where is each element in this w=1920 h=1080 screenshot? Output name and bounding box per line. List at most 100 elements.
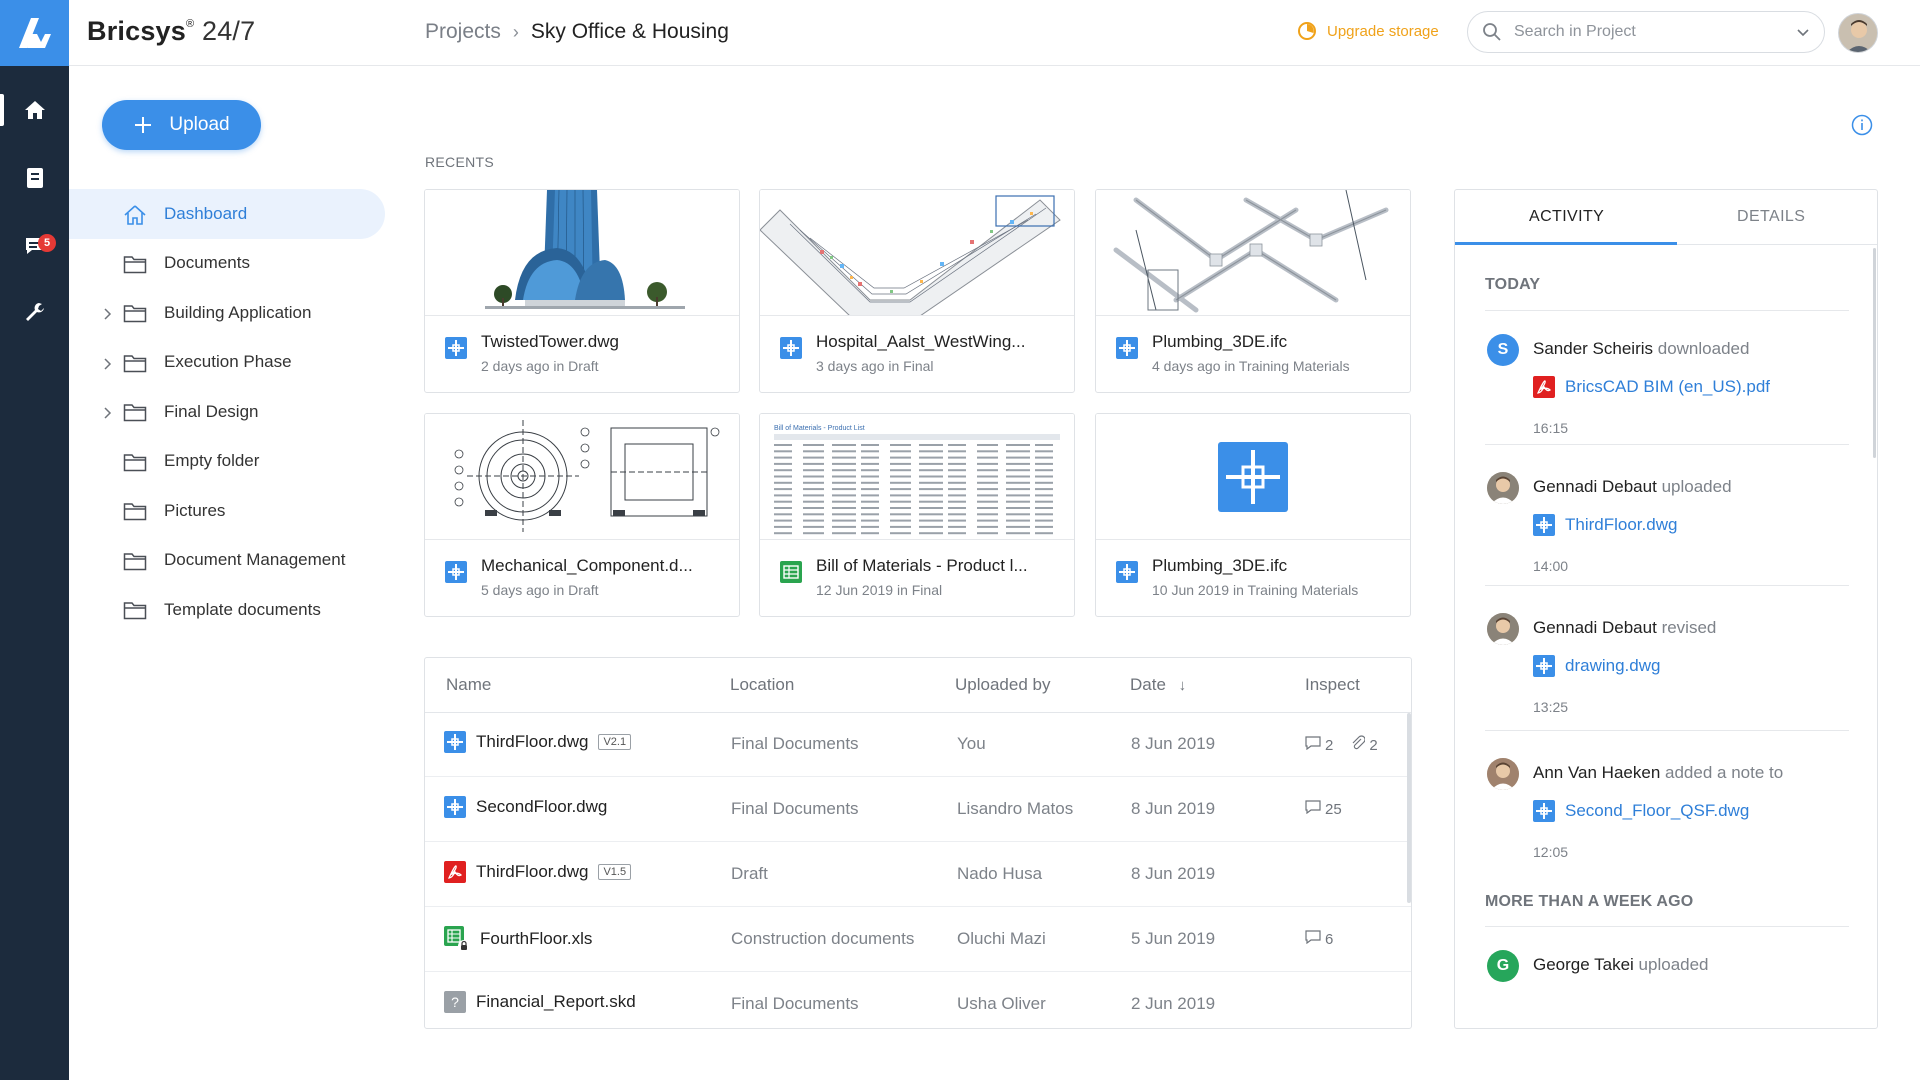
nav-item-final-design[interactable]: Final Design	[69, 387, 385, 437]
nav-item-empty-folder[interactable]: Empty folder	[69, 437, 385, 487]
file-name[interactable]: Financial_Report.skd	[476, 992, 636, 1012]
dwg-file-icon	[445, 337, 467, 359]
chevron-right-icon[interactable]	[102, 405, 112, 425]
activity-user[interactable]: Sander Scheiris	[1533, 339, 1653, 358]
nav-item-documents[interactable]: Documents	[69, 239, 385, 289]
column-uploaded-by[interactable]: Uploaded by	[955, 675, 1050, 695]
rail-tools[interactable]	[0, 286, 69, 338]
bom-cell	[948, 519, 966, 522]
bom-cell	[890, 532, 911, 535]
table-scrollbar[interactable]	[1407, 713, 1411, 903]
bom-cell	[774, 532, 792, 535]
nav-label: Execution Phase	[164, 352, 292, 372]
recent-card[interactable]: Plumbing_3DE.ifc 4 days ago in Training …	[1095, 189, 1411, 393]
table-row[interactable]: SecondFloor.dwg Final Documents Lisandro M…	[425, 778, 1411, 842]
nav-item-template-documents[interactable]: Template documents	[69, 585, 385, 635]
bom-cell	[832, 494, 856, 497]
panel-scrollbar[interactable]	[1873, 248, 1876, 458]
bom-cell	[832, 475, 856, 478]
nav-item-document-management[interactable]: Document Management	[69, 536, 385, 586]
bom-cell	[1035, 444, 1053, 446]
bom-cell	[919, 519, 943, 522]
chevron-right-icon[interactable]	[102, 356, 112, 376]
file-name[interactable]: ThirdFloor.dwg	[476, 862, 588, 882]
bom-cell	[774, 469, 792, 472]
file-name[interactable]: FourthFloor.xls	[480, 929, 592, 949]
bom-cell	[803, 494, 824, 497]
inspect-cell: 6	[1305, 930, 1333, 948]
avatar	[1487, 613, 1519, 645]
tab-activity[interactable]: ACTIVITY	[1529, 208, 1604, 226]
activity-time: 16:15	[1533, 420, 1569, 436]
bom-cell	[977, 488, 998, 491]
table-row[interactable]: ? Financial_Report.skd Final Documents Usha…	[425, 973, 1411, 1028]
recent-card[interactable]: Hospital_Aalst_WestWing... 3 days ago in…	[759, 189, 1075, 393]
activity-file-link[interactable]: drawing.dwg	[1533, 655, 1660, 677]
activity-verb: downloaded	[1657, 339, 1750, 358]
chevron-right-icon[interactable]	[102, 306, 112, 326]
rail-home[interactable]	[0, 84, 69, 136]
activity-time: 14:00	[1533, 558, 1569, 574]
activity-file-link[interactable]: BricsCAD BIM (en_US).pdf	[1533, 376, 1770, 398]
bom-cell	[919, 532, 943, 535]
rail-documents[interactable]	[0, 152, 69, 204]
activity-user[interactable]: Gennadi Debaut	[1533, 618, 1657, 637]
activity-user[interactable]: Gennadi Debaut	[1533, 477, 1657, 496]
rail-messages[interactable]: 5	[0, 220, 69, 272]
comment-icon[interactable]	[1305, 930, 1321, 948]
bom-cell	[861, 481, 879, 484]
column-name[interactable]: Name	[446, 675, 491, 695]
files-table: Name Location Uploaded by Date ↓ Inspect…	[424, 657, 1412, 1029]
activity-file-link[interactable]: Second_Floor_QSF.dwg	[1533, 800, 1749, 822]
dwg-file-icon	[1116, 337, 1138, 359]
dwg-file-icon	[1533, 514, 1555, 536]
unknown-file-icon: ?	[444, 991, 466, 1013]
comment-icon[interactable]	[1305, 736, 1321, 754]
table-row[interactable]: FourthFloor.xls Construction documents Olu…	[425, 908, 1411, 972]
activity-user[interactable]: Ann Van Haeken	[1533, 763, 1660, 782]
info-icon[interactable]	[1851, 114, 1873, 136]
bom-cell	[919, 456, 943, 459]
breadcrumb-projects-link[interactable]: Projects	[425, 20, 501, 44]
uploaded-by-cell: Oluchi Mazi	[957, 929, 1046, 948]
activity-file-name: Second_Floor_QSF.dwg	[1565, 801, 1750, 820]
bom-cell	[1035, 519, 1053, 522]
nav-item-building-application[interactable]: Building Application	[69, 288, 385, 338]
upgrade-storage-link[interactable]: Upgrade storage	[1297, 21, 1439, 41]
user-avatar[interactable]	[1838, 13, 1878, 53]
nav-item-pictures[interactable]: Pictures	[69, 486, 385, 536]
recent-card[interactable]: Plumbing_3DE.ifc 10 Jun 2019 in Training…	[1095, 413, 1411, 617]
table-row[interactable]: ThirdFloor.dwg V2.1 Final Documents You 8 Ju…	[425, 713, 1411, 777]
nav-item-dashboard[interactable]: Dashboard	[69, 189, 385, 239]
recent-card[interactable]: Bill of Materials - Product List Bill of…	[759, 413, 1075, 617]
bricsys-logo[interactable]	[0, 0, 69, 66]
file-name[interactable]: SecondFloor.dwg	[476, 797, 607, 817]
recent-card[interactable]: Mechanical_Component.d... 5 days ago in …	[424, 413, 740, 617]
nav-item-execution-phase[interactable]: Execution Phase	[69, 338, 385, 388]
file-name[interactable]: ThirdFloor.dwg	[476, 732, 588, 752]
bom-cell	[919, 488, 943, 491]
group-today: TODAY	[1485, 276, 1541, 293]
bom-cell	[890, 475, 911, 478]
activity-user[interactable]: George Takei	[1533, 955, 1634, 974]
recent-card[interactable]: TwistedTower.dwg 2 days ago in Draft	[424, 189, 740, 393]
dwg-file-icon	[444, 796, 466, 818]
tab-details[interactable]: DETAILS	[1737, 208, 1805, 226]
bom-cell	[890, 494, 911, 497]
activity-file-link[interactable]: ThirdFloor.dwg	[1533, 514, 1677, 536]
bom-cell	[890, 507, 911, 509]
column-date[interactable]: Date ↓	[1130, 675, 1186, 695]
bom-cell	[861, 494, 879, 497]
table-row[interactable]: ThirdFloor.dwg V1.5 Draft Nado Husa 8 Jun 20…	[425, 843, 1411, 907]
bom-cell	[774, 525, 792, 528]
chevron-down-icon[interactable]	[1796, 27, 1810, 37]
bom-cell	[1006, 456, 1030, 459]
search-input[interactable]: Search in Project	[1467, 11, 1825, 53]
upload-button[interactable]: Upload	[102, 100, 261, 150]
activity-text: George Takei uploaded	[1533, 955, 1709, 975]
comment-icon[interactable]	[1305, 800, 1321, 818]
column-location[interactable]: Location	[730, 675, 794, 695]
paperclip-icon[interactable]	[1351, 735, 1366, 755]
bom-cell	[832, 525, 856, 528]
bom-cell	[832, 481, 856, 484]
